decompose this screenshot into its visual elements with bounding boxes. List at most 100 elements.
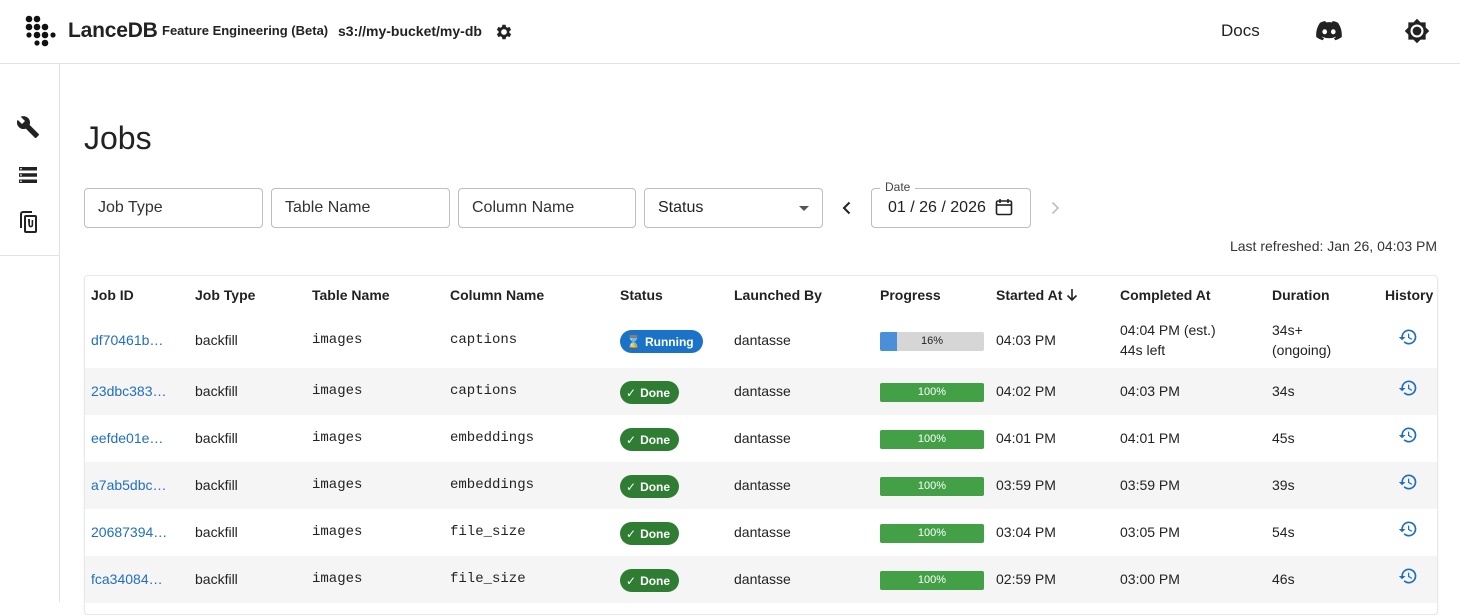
column-name-cell: file_size [450, 524, 526, 540]
docs-link[interactable]: Docs [1221, 21, 1260, 41]
arrow-down-icon [1067, 289, 1078, 302]
top-bar: LanceDB Feature Engineering (Beta) s3://… [0, 0, 1460, 64]
jobs-table: Job ID Job Type Table Name Column Name S… [84, 275, 1438, 615]
progress-label: 100% [917, 527, 947, 539]
status-badge: ✓ Done [620, 522, 680, 545]
column-header-progress[interactable]: Progress [880, 287, 941, 303]
column-name-cell: file_size [450, 571, 526, 587]
column-header-status[interactable]: Status [620, 287, 663, 303]
checkmark-icon: ✓ [626, 385, 637, 400]
completed-at-cell: 03:59 PM [1120, 477, 1180, 493]
column-name-cell: captions [450, 383, 518, 399]
job-type-filter-input[interactable] [84, 188, 263, 228]
chevron-left-icon[interactable] [838, 199, 856, 217]
job-id-link[interactable]: a7ab5dbc… [91, 477, 167, 493]
caret-down-icon [799, 205, 809, 211]
database-path: s3://my-bucket/my-db [338, 23, 482, 39]
clipboard-icon[interactable] [16, 210, 40, 234]
checkmark-icon: ✓ [626, 479, 637, 494]
last-refreshed-text: Last refreshed: Jan 26, 04:03 PM [1229, 238, 1437, 254]
job-id-link[interactable]: df70461b… [91, 332, 163, 348]
history-icon[interactable] [1398, 327, 1418, 347]
column-header-job-id[interactable]: Job ID [91, 287, 134, 303]
progress-bar: 16% [880, 332, 984, 351]
table-name-cell: images [312, 383, 363, 399]
table-name-cell: images [312, 332, 363, 348]
job-id-link[interactable]: 20687394… [91, 524, 167, 540]
table-row[interactable]: eefde01e… backfill images embeddings ✓ Done da… [85, 415, 1437, 462]
job-id-link[interactable]: 23dbc383… [91, 383, 167, 399]
completed-at-cell: 04:01 PM [1120, 430, 1180, 446]
completed-at-cell: 03:00 PM [1120, 571, 1180, 587]
table-row[interactable]: 20687394… backfill images file_size ✓ Done dan… [85, 509, 1437, 556]
status-filter-select[interactable]: Status [644, 188, 823, 228]
completed-at-cell: 03:05 PM [1120, 524, 1180, 540]
table-name-filter-input[interactable] [271, 188, 450, 228]
status-badge: ✓ Done [620, 381, 680, 404]
column-header-table-name[interactable]: Table Name [312, 287, 390, 303]
history-icon[interactable] [1398, 519, 1418, 539]
column-header-started-at[interactable]: Started At [996, 287, 1078, 303]
checkmark-icon: ✓ [626, 526, 637, 541]
date-value[interactable]: 01 / 26 / 2026 [888, 199, 986, 217]
progress-bar: 100% [880, 524, 984, 543]
hourglass-icon: ⌛ [626, 334, 641, 349]
started-at-cell: 04:03 PM [996, 332, 1056, 348]
history-icon[interactable] [1398, 378, 1418, 398]
launched-by-cell: dantasse [734, 332, 791, 348]
job-type-cell: backfill [195, 571, 238, 587]
table-row[interactable]: a7ab5dbc… backfill images embeddings ✓ Done da… [85, 462, 1437, 509]
launched-by-cell: dantasse [734, 477, 791, 493]
status-badge-label: Done [640, 385, 671, 400]
gear-icon[interactable] [494, 22, 514, 42]
sidebar [0, 64, 60, 602]
started-at-cell: 04:01 PM [996, 430, 1056, 446]
job-id-link[interactable]: fca34084… [91, 571, 163, 587]
lancedb-logo-icon[interactable] [24, 15, 56, 47]
column-header-completed-at[interactable]: Completed At [1120, 287, 1210, 303]
history-icon[interactable] [1398, 472, 1418, 492]
time-remaining-text: 44s left [1120, 342, 1166, 358]
progress-bar: 100% [880, 571, 984, 590]
launched-by-cell: dantasse [734, 524, 791, 540]
status-badge: ✓ Done [620, 475, 680, 498]
column-name-filter-input[interactable] [458, 188, 636, 228]
job-id-link[interactable]: eefde01e… [91, 430, 163, 446]
status-badge: ✓ Done [620, 428, 680, 451]
started-at-label: Started At [996, 287, 1063, 303]
table-row[interactable]: fca34084… backfill images file_size ✓ Done dan… [85, 556, 1437, 603]
column-header-duration[interactable]: Duration [1272, 287, 1330, 303]
started-at-cell: 04:02 PM [996, 383, 1056, 399]
table-name-cell: images [312, 571, 363, 587]
status-badge: ✓ Done [620, 569, 680, 592]
page-title: Jobs [84, 120, 152, 156]
progress-label: 100% [917, 574, 947, 586]
column-header-launched-by[interactable]: Launched By [734, 287, 822, 303]
progress-bar: 100% [880, 430, 984, 449]
theme-toggle-icon[interactable] [1404, 18, 1430, 44]
job-type-cell: backfill [195, 383, 238, 399]
column-header-job-type[interactable]: Job Type [195, 287, 255, 303]
brand-name[interactable]: LanceDB [68, 19, 158, 43]
duration-cell: 45s [1272, 430, 1295, 446]
checkmark-icon: ✓ [626, 573, 637, 588]
duration-cell: 54s [1272, 524, 1295, 540]
status-badge-label: Done [640, 573, 671, 588]
list-icon[interactable] [16, 163, 40, 187]
history-icon[interactable] [1398, 425, 1418, 445]
status-badge-label: Done [640, 526, 671, 541]
product-subtitle: Feature Engineering (Beta) [162, 23, 329, 38]
table-name-cell: images [312, 430, 363, 446]
table-row[interactable]: 23dbc383… backfill images captions ✓ Done dant… [85, 368, 1437, 415]
chevron-right-icon[interactable] [1046, 199, 1064, 217]
history-icon[interactable] [1398, 566, 1418, 586]
discord-icon[interactable] [1316, 20, 1342, 42]
wrench-icon[interactable] [16, 115, 40, 139]
calendar-icon[interactable] [995, 198, 1013, 216]
started-at-cell: 03:04 PM [996, 524, 1056, 540]
column-header-column-name[interactable]: Column Name [450, 287, 544, 303]
progress-bar: 100% [880, 383, 984, 402]
column-header-history: History [1385, 287, 1434, 303]
progress-label: 100% [917, 433, 947, 445]
table-row[interactable]: df70461b… backfill images captions ⌛ Running d… [85, 314, 1437, 368]
